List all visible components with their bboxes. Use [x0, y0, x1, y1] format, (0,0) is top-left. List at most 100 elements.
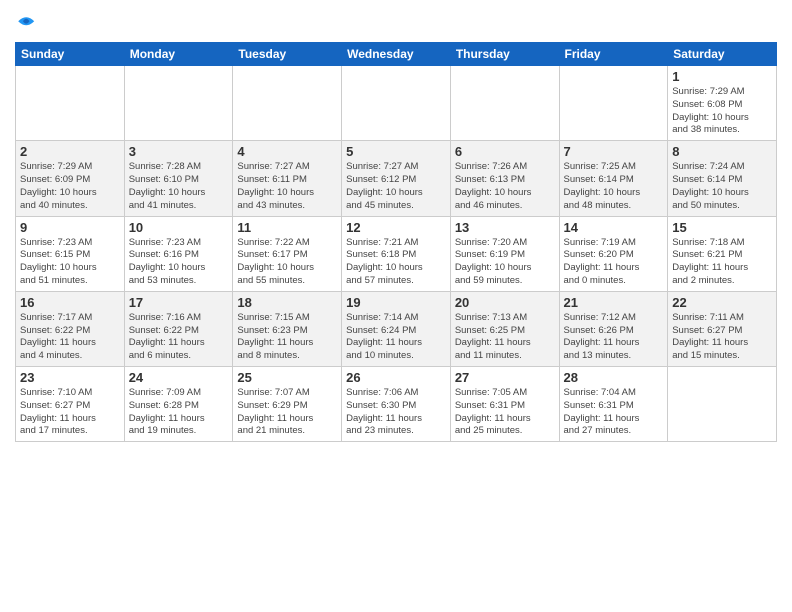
weekday-header-wednesday: Wednesday	[342, 43, 451, 66]
day-number: 1	[672, 69, 772, 84]
weekday-header-saturday: Saturday	[668, 43, 777, 66]
header	[15, 10, 777, 34]
calendar-cell: 27 Sunrise: 7:05 AM Sunset: 6:31 PM Dayli…	[450, 367, 559, 442]
day-info: Sunrise: 7:15 AM Sunset: 6:23 PM Dayligh…	[237, 312, 337, 363]
day-number: 11	[237, 220, 337, 235]
calendar-table: SundayMondayTuesdayWednesdayThursdayFrid…	[15, 42, 777, 442]
day-info: Sunrise: 7:18 AM Sunset: 6:21 PM Dayligh…	[672, 237, 772, 288]
calendar-cell: 11 Sunrise: 7:22 AM Sunset: 6:17 PM Dayli…	[233, 216, 342, 291]
week-row-2: 2 Sunrise: 7:29 AM Sunset: 6:09 PM Daylig…	[16, 141, 777, 216]
calendar-cell: 15 Sunrise: 7:18 AM Sunset: 6:21 PM Dayli…	[668, 216, 777, 291]
week-row-1: 1 Sunrise: 7:29 AM Sunset: 6:08 PM Daylig…	[16, 66, 777, 141]
calendar-cell: 7 Sunrise: 7:25 AM Sunset: 6:14 PM Daylig…	[559, 141, 668, 216]
calendar-cell	[16, 66, 125, 141]
day-info: Sunrise: 7:16 AM Sunset: 6:22 PM Dayligh…	[129, 312, 229, 363]
day-info: Sunrise: 7:14 AM Sunset: 6:24 PM Dayligh…	[346, 312, 446, 363]
day-number: 15	[672, 220, 772, 235]
calendar-cell	[124, 66, 233, 141]
day-number: 6	[455, 144, 555, 159]
day-number: 25	[237, 370, 337, 385]
day-number: 18	[237, 295, 337, 310]
calendar-body: 1 Sunrise: 7:29 AM Sunset: 6:08 PM Daylig…	[16, 66, 777, 442]
calendar-cell: 1 Sunrise: 7:29 AM Sunset: 6:08 PM Daylig…	[668, 66, 777, 141]
calendar-cell: 4 Sunrise: 7:27 AM Sunset: 6:11 PM Daylig…	[233, 141, 342, 216]
day-info: Sunrise: 7:25 AM Sunset: 6:14 PM Dayligh…	[564, 161, 664, 212]
weekday-row: SundayMondayTuesdayWednesdayThursdayFrid…	[16, 43, 777, 66]
calendar-cell: 23 Sunrise: 7:10 AM Sunset: 6:27 PM Dayli…	[16, 367, 125, 442]
week-row-4: 16 Sunrise: 7:17 AM Sunset: 6:22 PM Dayli…	[16, 291, 777, 366]
calendar-cell: 19 Sunrise: 7:14 AM Sunset: 6:24 PM Dayli…	[342, 291, 451, 366]
calendar-cell: 17 Sunrise: 7:16 AM Sunset: 6:22 PM Dayli…	[124, 291, 233, 366]
day-info: Sunrise: 7:10 AM Sunset: 6:27 PM Dayligh…	[20, 387, 120, 438]
day-number: 17	[129, 295, 229, 310]
day-number: 5	[346, 144, 446, 159]
logo	[15, 10, 41, 34]
day-info: Sunrise: 7:24 AM Sunset: 6:14 PM Dayligh…	[672, 161, 772, 212]
day-number: 20	[455, 295, 555, 310]
calendar-cell: 8 Sunrise: 7:24 AM Sunset: 6:14 PM Daylig…	[668, 141, 777, 216]
calendar-cell: 18 Sunrise: 7:15 AM Sunset: 6:23 PM Dayli…	[233, 291, 342, 366]
day-info: Sunrise: 7:28 AM Sunset: 6:10 PM Dayligh…	[129, 161, 229, 212]
calendar-cell	[450, 66, 559, 141]
day-info: Sunrise: 7:11 AM Sunset: 6:27 PM Dayligh…	[672, 312, 772, 363]
day-number: 4	[237, 144, 337, 159]
calendar-cell: 13Sunrise: 7:20 AM Sunset: 6:19 PM Dayli…	[450, 216, 559, 291]
calendar-cell: 6 Sunrise: 7:26 AM Sunset: 6:13 PM Daylig…	[450, 141, 559, 216]
day-info: Sunrise: 7:17 AM Sunset: 6:22 PM Dayligh…	[20, 312, 120, 363]
calendar-cell	[233, 66, 342, 141]
day-number: 13	[455, 220, 555, 235]
day-info: Sunrise: 7:29 AM Sunset: 6:08 PM Dayligh…	[672, 86, 772, 137]
weekday-header-monday: Monday	[124, 43, 233, 66]
calendar-cell: 10 Sunrise: 7:23 AM Sunset: 6:16 PM Dayli…	[124, 216, 233, 291]
day-info: Sunrise: 7:04 AM Sunset: 6:31 PM Dayligh…	[564, 387, 664, 438]
day-info: Sunrise: 7:21 AM Sunset: 6:18 PM Dayligh…	[346, 237, 446, 288]
day-info: Sunrise: 7:06 AM Sunset: 6:30 PM Dayligh…	[346, 387, 446, 438]
calendar-cell: 21Sunrise: 7:12 AM Sunset: 6:26 PM Dayli…	[559, 291, 668, 366]
week-row-5: 23 Sunrise: 7:10 AM Sunset: 6:27 PM Dayli…	[16, 367, 777, 442]
day-number: 12	[346, 220, 446, 235]
day-number: 16	[20, 295, 120, 310]
calendar-cell: 20 Sunrise: 7:13 AM Sunset: 6:25 PM Dayli…	[450, 291, 559, 366]
calendar-cell: 14 Sunrise: 7:19 AM Sunset: 6:20 PM Dayli…	[559, 216, 668, 291]
week-row-3: 9Sunrise: 7:23 AM Sunset: 6:15 PM Daylig…	[16, 216, 777, 291]
day-number: 3	[129, 144, 229, 159]
calendar-cell	[668, 367, 777, 442]
calendar-cell: 26 Sunrise: 7:06 AM Sunset: 6:30 PM Dayli…	[342, 367, 451, 442]
day-number: 8	[672, 144, 772, 159]
page: SundayMondayTuesdayWednesdayThursdayFrid…	[0, 0, 792, 612]
day-info: Sunrise: 7:27 AM Sunset: 6:12 PM Dayligh…	[346, 161, 446, 212]
day-info: Sunrise: 7:22 AM Sunset: 6:17 PM Dayligh…	[237, 237, 337, 288]
calendar-cell	[342, 66, 451, 141]
day-info: Sunrise: 7:13 AM Sunset: 6:25 PM Dayligh…	[455, 312, 555, 363]
day-number: 22	[672, 295, 772, 310]
weekday-header-friday: Friday	[559, 43, 668, 66]
weekday-header-thursday: Thursday	[450, 43, 559, 66]
calendar-cell: 2 Sunrise: 7:29 AM Sunset: 6:09 PM Daylig…	[16, 141, 125, 216]
day-info: Sunrise: 7:27 AM Sunset: 6:11 PM Dayligh…	[237, 161, 337, 212]
day-info: Sunrise: 7:26 AM Sunset: 6:13 PM Dayligh…	[455, 161, 555, 212]
calendar-cell	[559, 66, 668, 141]
logo-icon	[15, 10, 39, 34]
day-info: Sunrise: 7:12 AM Sunset: 6:26 PM Dayligh…	[564, 312, 664, 363]
day-number: 27	[455, 370, 555, 385]
day-number: 2	[20, 144, 120, 159]
calendar-cell: 12 Sunrise: 7:21 AM Sunset: 6:18 PM Dayli…	[342, 216, 451, 291]
calendar-header: SundayMondayTuesdayWednesdayThursdayFrid…	[16, 43, 777, 66]
day-info: Sunrise: 7:29 AM Sunset: 6:09 PM Dayligh…	[20, 161, 120, 212]
day-number: 26	[346, 370, 446, 385]
day-number: 7	[564, 144, 664, 159]
day-number: 14	[564, 220, 664, 235]
weekday-header-tuesday: Tuesday	[233, 43, 342, 66]
day-number: 23	[20, 370, 120, 385]
day-info: Sunrise: 7:09 AM Sunset: 6:28 PM Dayligh…	[129, 387, 229, 438]
day-number: 9	[20, 220, 120, 235]
day-number: 19	[346, 295, 446, 310]
calendar-cell: 3 Sunrise: 7:28 AM Sunset: 6:10 PM Daylig…	[124, 141, 233, 216]
day-info: Sunrise: 7:23 AM Sunset: 6:16 PM Dayligh…	[129, 237, 229, 288]
day-number: 28	[564, 370, 664, 385]
day-number: 24	[129, 370, 229, 385]
calendar-cell: 16 Sunrise: 7:17 AM Sunset: 6:22 PM Dayli…	[16, 291, 125, 366]
day-info: Sunrise: 7:19 AM Sunset: 6:20 PM Dayligh…	[564, 237, 664, 288]
day-info: Sunrise: 7:05 AM Sunset: 6:31 PM Dayligh…	[455, 387, 555, 438]
day-number: 10	[129, 220, 229, 235]
